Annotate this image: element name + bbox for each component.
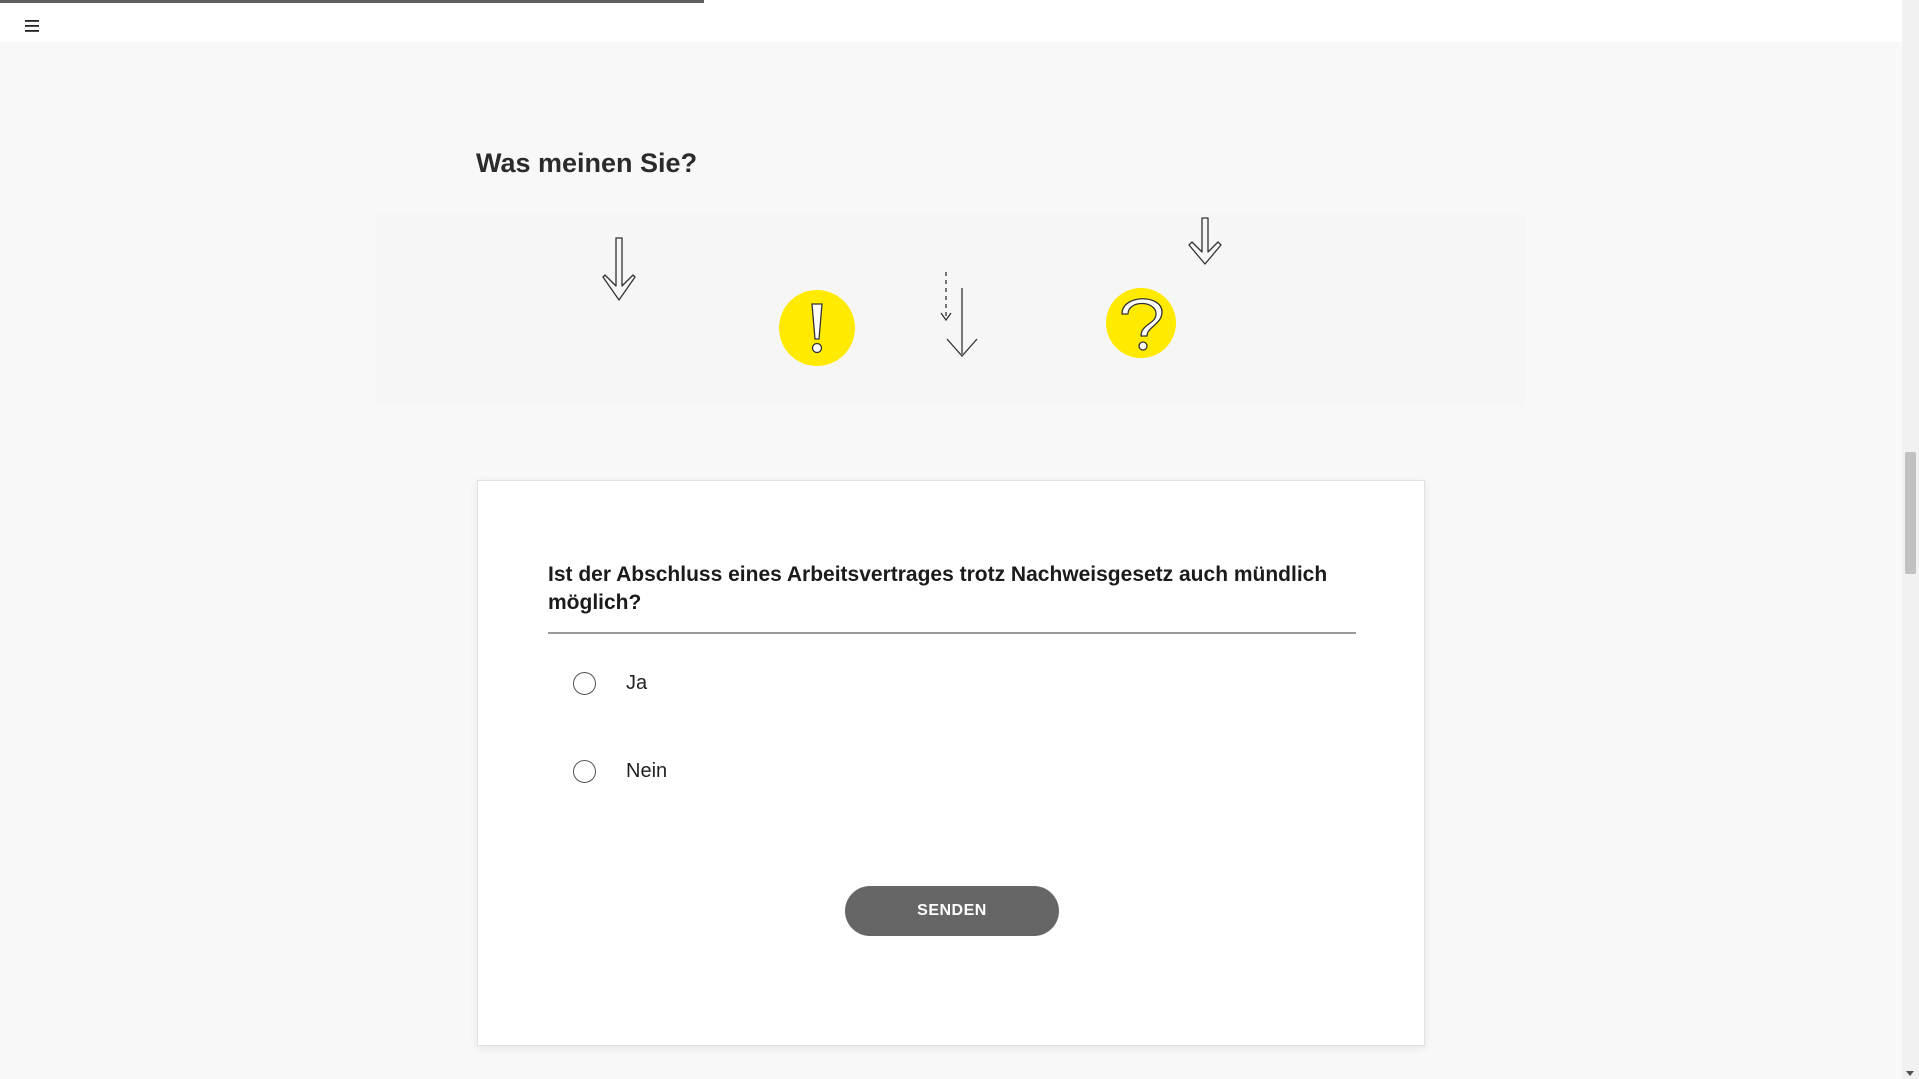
page: Was meinen Sie? Ist der Abschluss eines … bbox=[0, 0, 1902, 1079]
section-title: Was meinen Sie? bbox=[476, 148, 698, 178]
submit-button[interactable]: SENDEN bbox=[845, 886, 1059, 936]
top-bar bbox=[0, 0, 1902, 42]
radio-button[interactable] bbox=[573, 759, 596, 783]
hamburger-icon bbox=[25, 20, 39, 32]
radio-button[interactable] bbox=[573, 671, 596, 695]
quiz-card: Ist der Abschluss eines Arbeitsvertrages… bbox=[477, 480, 1425, 1046]
question-divider bbox=[548, 632, 1356, 634]
option-label: Nein bbox=[626, 759, 668, 782]
scrollbar-thumb[interactable] bbox=[1905, 452, 1916, 574]
arrow-down-icon bbox=[602, 237, 636, 301]
option-label: Ja bbox=[626, 671, 648, 694]
menu-button[interactable] bbox=[22, 16, 42, 36]
scrollbar[interactable] bbox=[1902, 0, 1919, 1079]
scroll-down-arrow-icon[interactable] bbox=[1906, 1071, 1914, 1076]
reading-progress bbox=[0, 0, 1902, 3]
exclamation-icon bbox=[779, 290, 855, 366]
reading-progress-fill bbox=[0, 0, 704, 3]
option-ja[interactable]: Ja bbox=[573, 668, 647, 698]
illustration bbox=[376, 214, 1526, 406]
arrow-down-icon bbox=[1188, 217, 1222, 265]
option-nein[interactable]: Nein bbox=[573, 756, 667, 786]
dashed-arrow-down-icon bbox=[940, 272, 978, 357]
question-icon bbox=[1106, 288, 1176, 358]
question-text: Ist der Abschluss eines Arbeitsvertrages… bbox=[548, 563, 1328, 614]
